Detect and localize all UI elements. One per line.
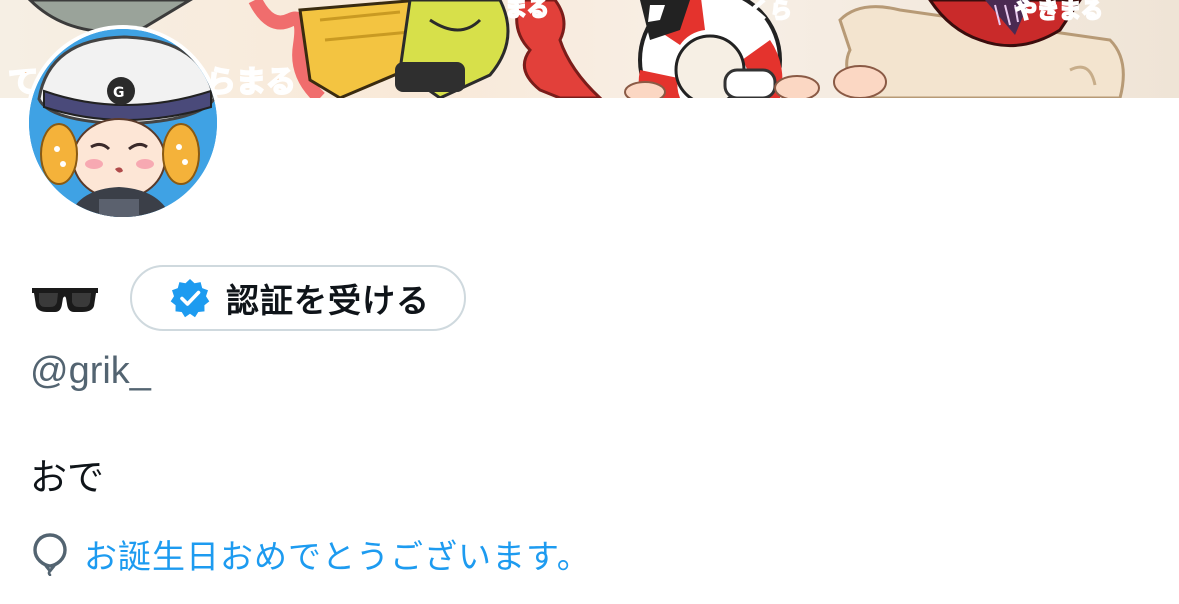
verified-badge-icon (170, 279, 210, 318)
birthday-greeting-link[interactable]: お誕生日おめでとうございます。 (84, 530, 591, 578)
banner-text-ramaru: らまる (206, 65, 296, 98)
avatar-illustration: G (29, 29, 217, 217)
get-verified-label: 認証を受ける (226, 281, 430, 320)
banner-text-maru: まる (505, 0, 549, 22)
profile-page: て らまる まる くら やきまる G 認証を受ける @grik_ おで お誕生日… (0, 0, 1179, 604)
sunglasses-icon (32, 288, 98, 312)
profile-avatar[interactable]: G (25, 25, 221, 221)
banner-text-yakimaru: やきまる (1015, 0, 1103, 24)
get-verified-button[interactable]: 認証を受ける (130, 265, 466, 331)
svg-text:G: G (113, 85, 125, 101)
balloon-icon (33, 533, 67, 576)
profile-bio: おで (30, 456, 104, 499)
avatar-image: G (29, 29, 217, 217)
profile-handle: @grik_ (30, 350, 151, 392)
display-name-row: 認証を受ける (30, 262, 466, 334)
banner-text-kura: くら (748, 0, 792, 24)
birthday-row: お誕生日おめでとうございます。 (32, 530, 591, 578)
